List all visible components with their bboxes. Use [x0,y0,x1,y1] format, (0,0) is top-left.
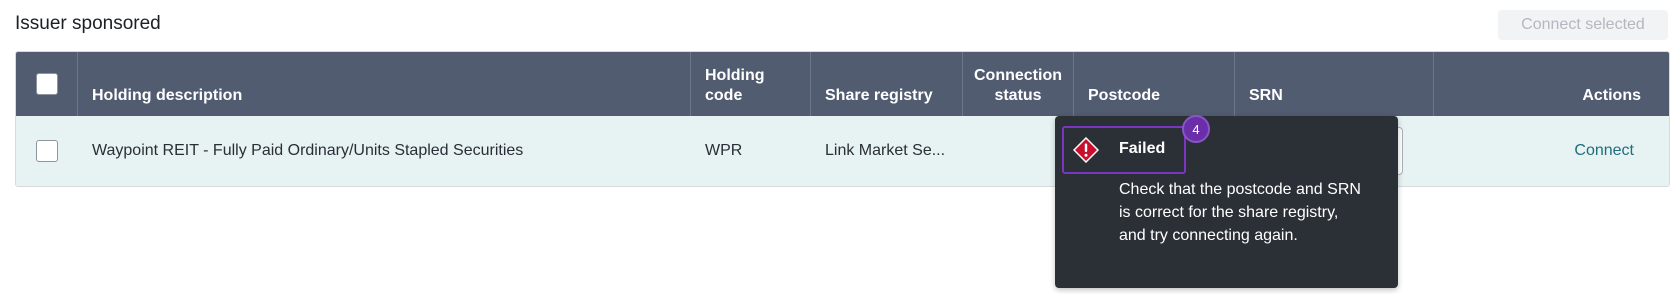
header-share-registry-label: Share registry [825,87,933,104]
header-connection-status-label-2: status [994,87,1042,104]
header-connection-status: Connection status [963,52,1074,116]
connection-status-tooltip: Failed 4 Check that the postcode and SRN… [1055,115,1398,288]
header-holding-description-label: Holding description [92,87,243,104]
header-actions: Actions [1434,52,1669,116]
header-srn-label: SRN [1249,87,1283,104]
row-select-checkbox[interactable] [36,140,58,162]
header-srn: SRN [1235,52,1434,116]
header-share-registry: Share registry [811,52,963,116]
holding-code-cell: WPR [705,142,743,159]
tooltip-message: Check that the postcode and SRN is corre… [1119,181,1361,244]
holding-description-cell: Waypoint REIT - Fully Paid Ordinary/Unit… [92,142,524,159]
header-postcode: Postcode [1074,52,1235,116]
header-holding-code-label-1: Holding [705,67,765,84]
header-actions-label: Actions [1582,87,1641,104]
header-select-all-cell [16,52,78,116]
table-row: Waypoint REIT - Fully Paid Ordinary/Unit… [16,116,1669,186]
actions-cell: Connect [1434,116,1669,186]
share-registry-cell: Link Market Se... [825,142,946,159]
section-title: Issuer sponsored [15,13,161,34]
connect-link[interactable]: Connect [1574,142,1634,160]
header-connection-status-label-1: Connection [974,67,1062,84]
header-holding-code-label-2: code [705,87,743,104]
connect-selected-button[interactable]: Connect selected [1498,10,1668,40]
row-select-cell [16,116,78,186]
holdings-table: Holding description Holding code Share r… [15,51,1670,187]
header-holding-code: Holding code [691,52,811,116]
tooltip-status-label: Failed [1119,140,1166,157]
select-all-checkbox[interactable] [35,73,58,95]
error-diamond-icon [1073,137,1099,163]
table-header: Holding description Holding code Share r… [16,52,1669,116]
issuer-sponsored-section: Issuer sponsored Connect selected Holdin… [0,0,1673,294]
step-badge: 4 [1182,115,1210,143]
tooltip-status-highlight: Failed 4 [1062,115,1210,174]
header-postcode-label: Postcode [1088,87,1161,104]
header-holding-description: Holding description [78,52,691,116]
